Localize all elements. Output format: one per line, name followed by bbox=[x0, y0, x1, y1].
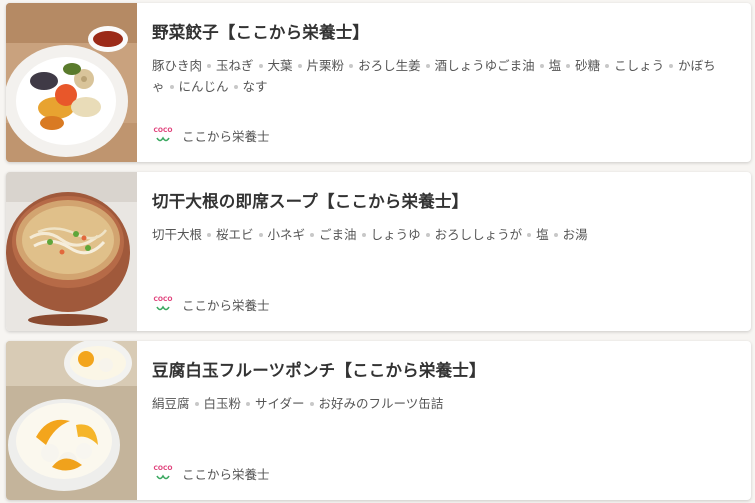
ingredient: ごま油 bbox=[305, 227, 357, 242]
separator-dot bbox=[566, 63, 571, 68]
recipe-title[interactable]: 豆腐白玉フルーツポンチ【ここから栄養士】 bbox=[152, 357, 486, 381]
author-name: ここから栄養士 bbox=[182, 297, 270, 313]
separator-dot bbox=[258, 232, 263, 237]
ingredient: おろし生姜 bbox=[344, 58, 421, 73]
recipe-card[interactable]: 切干大根の即席スープ【ここから栄養士】 切干大根 桜エビ 小ネギ ごま油 しょうゆ おろし… bbox=[6, 172, 751, 331]
separator-dot bbox=[425, 63, 430, 68]
separator-dot bbox=[207, 232, 212, 237]
ingredient-text: 塩 bbox=[548, 58, 562, 73]
separator-dot bbox=[233, 84, 238, 89]
author-name: ここから栄養士 bbox=[182, 128, 270, 144]
ingredient-text: 白玉粉 bbox=[203, 396, 242, 411]
ingredient-text: 片栗粉 bbox=[306, 58, 345, 73]
ingredient-text: 桜エビ bbox=[216, 227, 254, 242]
ingredient-list: 切干大根 桜エビ 小ネギ ごま油 しょうゆ おろししょうが塩お湯 bbox=[152, 224, 742, 245]
ingredient-text: にんじん bbox=[178, 79, 229, 94]
ingredient-text: 小ネギ bbox=[267, 227, 306, 242]
recipe-card[interactable]: 野菜餃子【ここから栄養士】 豚ひき肉 玉ねぎ 大葉 片栗粉 おろし生姜 酒しょうゆごま油塩… bbox=[6, 3, 751, 162]
ingredient-text: 大葉 bbox=[267, 58, 293, 73]
ingredient: 切干大根 bbox=[152, 227, 202, 242]
recipe-card[interactable]: 豆腐白玉フルーツポンチ【ここから栄養士】 絹豆腐 白玉粉 サイダー お好みのフルーツ缶… bbox=[6, 341, 751, 500]
ingredient: 塩 bbox=[522, 227, 549, 242]
ingredient: 絹豆腐 bbox=[152, 396, 190, 411]
ingredient: 塩 bbox=[535, 58, 562, 73]
author-logo: COCO bbox=[153, 465, 173, 480]
ingredient-text: 砂糖 bbox=[575, 58, 601, 73]
recipe-body: 切干大根の即席スープ【ここから栄養士】 切干大根 桜エビ 小ネギ ごま油 しょうゆ おろし… bbox=[152, 172, 739, 331]
recipe-list: 野菜餃子【ここから栄養士】 豚ひき肉 玉ねぎ 大葉 片栗粉 おろし生姜 酒しょうゆごま油塩… bbox=[0, 0, 755, 503]
ingredient: 白玉粉 bbox=[190, 396, 242, 411]
ingredient-text: ごま油 bbox=[319, 227, 357, 242]
author[interactable]: COCO ここから栄養士 bbox=[152, 124, 270, 146]
ingredient-text: 塩 bbox=[536, 227, 549, 242]
recipe-body: 豆腐白玉フルーツポンチ【ここから栄養士】 絹豆腐 白玉粉 サイダー お好みのフルーツ缶… bbox=[152, 341, 739, 500]
separator-dot bbox=[309, 401, 314, 406]
separator-dot bbox=[669, 63, 674, 68]
ingredient-text: しょうゆ bbox=[370, 227, 421, 242]
ingredient-list: 絹豆腐 白玉粉 サイダー お好みのフルーツ缶詰 bbox=[152, 393, 742, 414]
ingredient: 桜エビ bbox=[202, 227, 254, 242]
separator-dot bbox=[310, 232, 315, 237]
ingredient: にんじん bbox=[165, 79, 229, 94]
separator-dot bbox=[539, 63, 544, 68]
ingredient: お湯 bbox=[549, 227, 588, 242]
ingredient-text: おろししょうが bbox=[434, 227, 523, 242]
author-logo-text: COCO bbox=[153, 296, 172, 303]
ingredient: サイダー bbox=[241, 396, 305, 411]
recipe-title[interactable]: 野菜餃子【ここから栄養士】 bbox=[152, 19, 369, 43]
ingredient-text: サイダー bbox=[255, 396, 305, 411]
ingredient: 小ネギ bbox=[254, 227, 306, 242]
separator-dot bbox=[361, 232, 366, 237]
recipe-thumbnail[interactable] bbox=[6, 172, 137, 331]
recipe-body: 野菜餃子【ここから栄養士】 豚ひき肉 玉ねぎ 大葉 片栗粉 おろし生姜 酒しょうゆごま油塩… bbox=[152, 3, 739, 162]
ingredient-text: こしょう bbox=[614, 58, 665, 73]
recipe-thumbnail[interactable] bbox=[6, 341, 137, 500]
ingredient: なす bbox=[229, 79, 268, 94]
separator-dot bbox=[527, 232, 532, 237]
ingredient: 砂糖 bbox=[561, 58, 600, 73]
ingredient: 大葉 bbox=[254, 58, 293, 73]
separator-dot bbox=[349, 63, 354, 68]
ingredient: 豚ひき肉 bbox=[152, 58, 202, 73]
separator-dot bbox=[605, 63, 610, 68]
author-logo-text: COCO bbox=[153, 465, 172, 472]
ingredient-text: 酒しょうゆごま油 bbox=[434, 58, 535, 73]
author-logo: COCO bbox=[153, 296, 173, 311]
separator-dot bbox=[169, 84, 174, 89]
ingredient-text: お湯 bbox=[562, 227, 588, 242]
separator-dot bbox=[207, 63, 212, 68]
separator-dot bbox=[425, 232, 430, 237]
author-name: ここから栄養士 bbox=[182, 466, 270, 482]
ingredient-text: なす bbox=[242, 79, 268, 94]
ingredient-text: 切干大根 bbox=[152, 227, 203, 242]
ingredient-list: 豚ひき肉 玉ねぎ 大葉 片栗粉 おろし生姜 酒しょうゆごま油塩砂糖 こしょう かぼちゃ にんじん… bbox=[152, 55, 742, 97]
ingredient: 玉ねぎ bbox=[202, 58, 254, 73]
ingredient: こしょう bbox=[600, 58, 664, 73]
separator-dot bbox=[297, 63, 302, 68]
ingredient: 片栗粉 bbox=[293, 58, 345, 73]
ingredient-text: お好みのフルーツ缶詰 bbox=[318, 396, 444, 411]
ingredient: おろししょうが bbox=[421, 227, 523, 242]
ingredient: 酒しょうゆごま油 bbox=[421, 58, 535, 73]
recipe-title[interactable]: 切干大根の即席スープ【ここから栄養士】 bbox=[152, 188, 468, 212]
ingredient-text: おろし生姜 bbox=[358, 58, 421, 73]
author-logo: COCO bbox=[153, 127, 173, 142]
ingredient-text: 玉ねぎ bbox=[216, 58, 254, 73]
separator-dot bbox=[194, 401, 199, 406]
separator-dot bbox=[553, 232, 558, 237]
ingredient-text: 絹豆腐 bbox=[152, 396, 190, 411]
separator-dot bbox=[246, 401, 251, 406]
ingredient-text: 豚ひき肉 bbox=[152, 58, 203, 73]
separator-dot bbox=[258, 63, 263, 68]
ingredient: しょうゆ bbox=[357, 227, 421, 242]
author[interactable]: COCO ここから栄養士 bbox=[152, 462, 270, 484]
author[interactable]: COCO ここから栄養士 bbox=[152, 293, 270, 315]
author-logo-text: COCO bbox=[153, 127, 172, 134]
recipe-thumbnail[interactable] bbox=[6, 3, 137, 162]
ingredient: お好みのフルーツ缶詰 bbox=[305, 396, 444, 411]
